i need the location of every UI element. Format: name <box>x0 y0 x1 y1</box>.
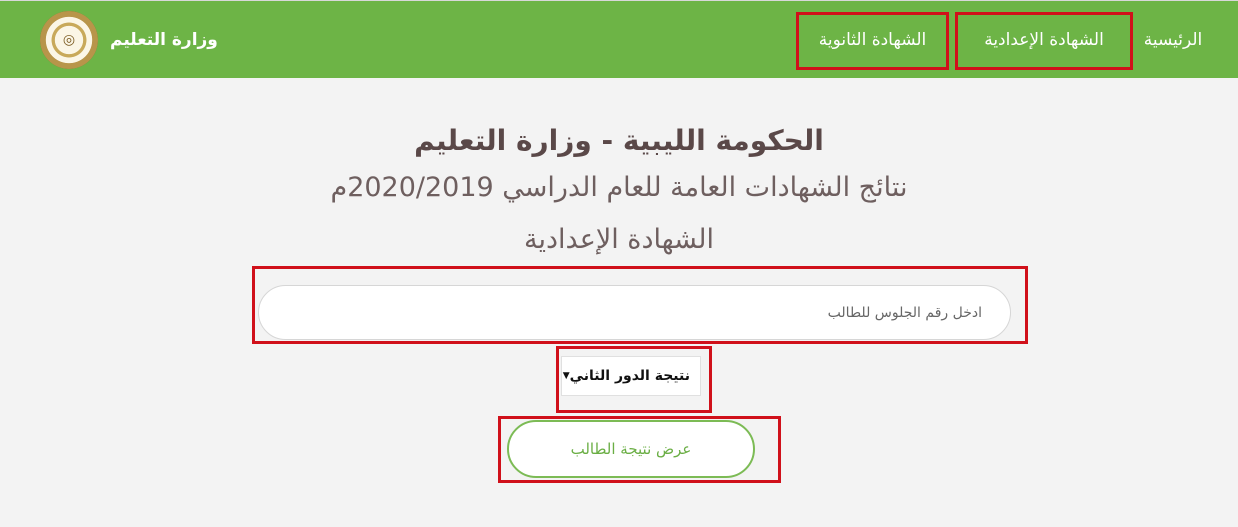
page-title: الحكومة الليبية - وزارة التعليم <box>414 124 824 157</box>
show-result-button[interactable]: عرض نتيجة الطالب <box>507 420 755 478</box>
nav-preparatory-link[interactable]: الشهادة الإعدادية <box>957 1 1131 79</box>
ministry-logo-icon: ◎ <box>40 11 98 69</box>
exam-round-select[interactable]: نتيجة الدور الثاني ▼ <box>561 356 701 396</box>
nav-home-link[interactable]: الرئيسية <box>1128 1 1218 79</box>
exam-round-selected-value: نتيجة الدور الثاني <box>569 368 690 384</box>
top-navbar: الرئيسية الشهادة الإعدادية الشهادة الثان… <box>0 0 1238 78</box>
brand[interactable]: وزارة التعليم ◎ <box>40 11 218 69</box>
caret-down-icon: ▼ <box>562 371 570 381</box>
brand-title: وزارة التعليم <box>110 30 218 50</box>
page-subtitle: نتائج الشهادات العامة للعام الدراسي 2020… <box>330 172 908 203</box>
nav-secondary-link[interactable]: الشهادة الثانوية <box>798 1 947 79</box>
certificate-title: الشهادة الإعدادية <box>524 224 714 255</box>
seat-number-input[interactable] <box>258 285 1011 340</box>
